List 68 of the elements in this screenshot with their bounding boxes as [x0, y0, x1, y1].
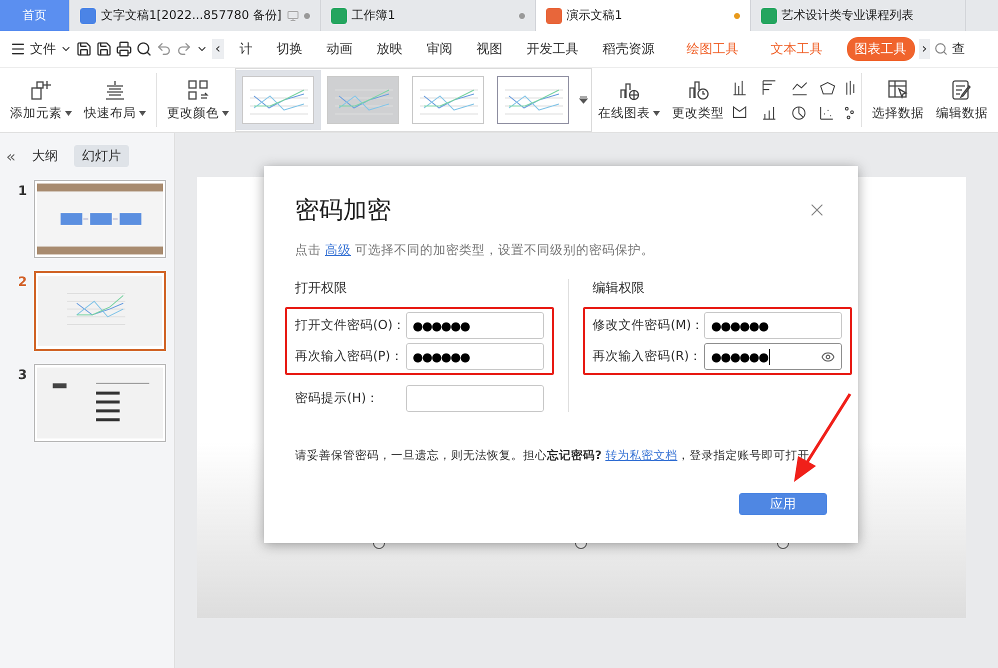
ribbon-button[interactable]: 编辑数据: [930, 78, 994, 122]
menu-tab[interactable]: 稻壳资源: [594, 37, 663, 61]
menu-tab[interactable]: 计: [232, 37, 261, 61]
password-field[interactable]: ●●●●●●: [406, 343, 544, 370]
ribbon-button[interactable]: 更改类型: [666, 78, 730, 122]
field-label: 修改文件密码(M)：: [592, 317, 704, 334]
ribbon-button[interactable]: 更改颜色: [160, 78, 235, 122]
search-icon[interactable]: [934, 42, 948, 56]
menu-icon[interactable]: [10, 41, 26, 57]
private-doc-link[interactable]: 转为私密文档: [605, 448, 678, 462]
field-label: 打开文件密码(O)：: [295, 317, 406, 334]
password-field[interactable]: [406, 385, 544, 412]
ribbon-button[interactable]: 快速布局: [78, 78, 152, 122]
slide-thumbnail[interactable]: [37, 183, 163, 255]
slides-app-icon: [546, 8, 562, 24]
save-icon[interactable]: [76, 41, 92, 57]
apply-button[interactable]: 应用: [739, 493, 827, 515]
section-title: 打开权限: [295, 280, 348, 297]
save-as-icon[interactable]: [96, 41, 112, 57]
ribbon-button[interactable]: 在线图表: [592, 78, 666, 122]
document-tab[interactable]: 演示文稿1: [536, 0, 751, 31]
caret-icon[interactable]: [139, 111, 146, 116]
intro-text: 点击 高级 可选择不同的加密类型，设置不同级别的密码保护。: [295, 242, 655, 259]
section-title: 编辑权限: [592, 280, 646, 297]
document-tab[interactable]: 艺术设计类专业课程列表: [750, 0, 966, 31]
slide-number: 3: [18, 368, 24, 383]
password-field[interactable]: ●●●●●●: [704, 343, 842, 370]
eye-icon[interactable]: [821, 350, 836, 364]
writer-app-icon: [80, 8, 96, 24]
slide-number: 1: [18, 184, 24, 199]
chart-style-preview[interactable]: [497, 76, 570, 124]
scroll-right-button[interactable]: ›: [918, 39, 930, 59]
search-label[interactable]: 查: [952, 40, 966, 58]
menu-tab[interactable]: 切换: [268, 37, 311, 61]
menu-tab[interactable]: 视图: [468, 37, 511, 61]
ribbon-button[interactable]: 选择数据: [866, 78, 930, 122]
sheet-app-icon: [330, 8, 347, 24]
layout-icon: [103, 78, 127, 102]
panel-tab[interactable]: 大纲: [24, 145, 66, 167]
add-element-icon: [29, 78, 53, 102]
menu-tab[interactable]: 开发工具: [518, 37, 587, 61]
caret-icon[interactable]: [65, 111, 72, 116]
panel-tab[interactable]: 幻灯片: [74, 145, 129, 167]
caret-icon[interactable]: [652, 111, 660, 116]
menu-tab[interactable]: 审阅: [418, 37, 461, 61]
slide-number: 2: [18, 275, 24, 290]
file-menu[interactable]: 文件: [30, 40, 56, 58]
menu-tab[interactable]: 放映: [368, 37, 411, 61]
caret-icon[interactable]: [222, 111, 229, 116]
document-tab[interactable]: 工作簿1: [320, 0, 536, 31]
advanced-link[interactable]: 高级: [324, 242, 351, 257]
password-field[interactable]: ●●●●●●: [704, 312, 842, 339]
password-field[interactable]: ●●●●●●: [406, 312, 544, 339]
field-label: 再次输入密码(R)：: [592, 348, 702, 365]
gallery-more-icon[interactable]: [578, 96, 588, 104]
ribbon-button[interactable]: 添加元素: [4, 78, 78, 122]
menu-tab[interactable]: 动画: [318, 37, 361, 61]
slide-thumbnail[interactable]: [37, 367, 163, 439]
monitor-icon: [286, 10, 299, 22]
field-label: 密码提示(H)：: [295, 390, 380, 407]
color-swap-icon: [186, 78, 210, 102]
scroll-left-button[interactable]: ‹: [212, 39, 224, 59]
collapse-button[interactable]: «: [6, 146, 16, 166]
field-label: 再次输入密码(P)：: [295, 348, 404, 365]
print-icon[interactable]: [116, 41, 132, 57]
sheet-app-icon: [760, 8, 777, 24]
slide-thumbnail[interactable]: [38, 275, 162, 347]
dialog-title: 密码加密: [295, 195, 391, 226]
